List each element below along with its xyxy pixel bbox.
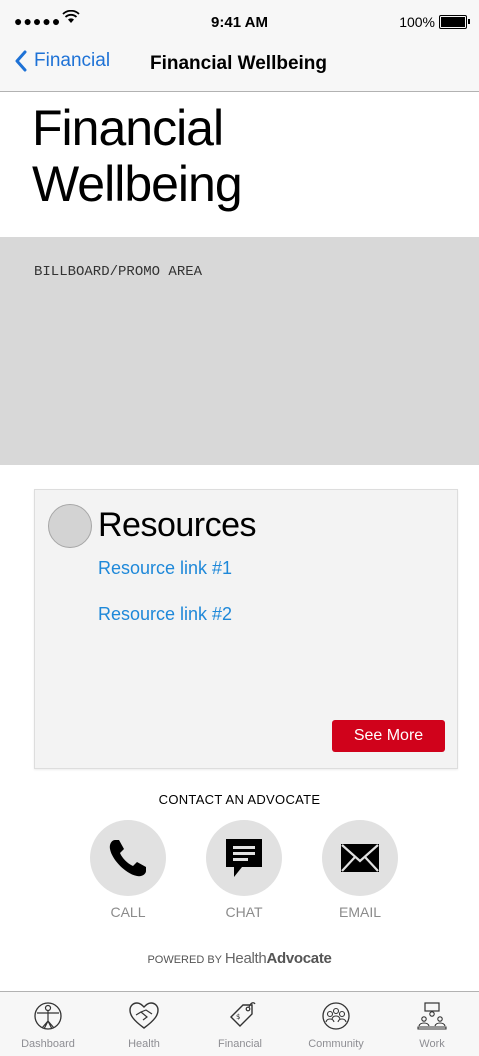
page-title: Financial Wellbeing [32, 100, 243, 212]
phone-icon [109, 840, 146, 877]
powered-by-prefix: POWERED BY [147, 954, 222, 966]
status-bar: ●●●●● 9:41 AM 100% [0, 0, 479, 44]
navigation-bar: Financial Financial Wellbeing [0, 44, 479, 92]
people-circle-icon [322, 1002, 350, 1030]
tab-health[interactable]: Health [96, 992, 192, 1056]
tab-community[interactable]: Community [288, 992, 384, 1056]
meeting-table-icon [417, 1002, 447, 1030]
heart-handshake-icon [129, 1002, 159, 1029]
email-circle [322, 820, 398, 896]
see-more-button[interactable]: See More [332, 720, 445, 752]
back-button[interactable]: Financial [14, 50, 110, 72]
tab-financial-label: Financial [217, 1038, 263, 1050]
battery-icon [439, 15, 470, 29]
call-label: CALL [110, 904, 146, 920]
powered-by: POWERED BY HealthAdvocate [0, 950, 479, 967]
chat-circle [206, 820, 282, 896]
back-button-label: Financial [34, 50, 111, 71]
call-circle [90, 820, 166, 896]
chevron-left-icon [15, 50, 27, 72]
email-label: EMAIL [338, 904, 381, 920]
resources-icon [48, 504, 92, 548]
chat-label: CHAT [225, 904, 263, 920]
page-title-line-1: Financial [32, 100, 224, 156]
vitruvian-man-icon [34, 1002, 62, 1030]
call-button[interactable]: CALL [90, 820, 166, 920]
tab-work[interactable]: Work [384, 992, 479, 1056]
contact-heading: CONTACT AN ADVOCATE [158, 792, 321, 807]
price-tag-icon: $ [230, 1002, 256, 1027]
email-button[interactable]: EMAIL [322, 820, 398, 920]
chat-icon [226, 839, 262, 877]
resource-link-1[interactable]: Resource link #1 [98, 558, 232, 579]
health-advocate-logo: HealthAdvocate [224, 950, 332, 967]
tab-community-label: Community [308, 1038, 364, 1050]
nav-title: Financial Wellbeing [150, 53, 328, 74]
resources-card: Resources Resource link #1 Resource link… [34, 489, 458, 769]
tab-health-label: Health [128, 1038, 160, 1050]
billboard-label: BILLBOARD/PROMO AREA [34, 264, 203, 280]
svg-text:$: $ [236, 1013, 240, 1021]
resources-title: Resources [98, 506, 257, 544]
tab-dashboard-label: Dashboard [21, 1038, 75, 1050]
tab-financial[interactable]: $ Financial [192, 992, 288, 1056]
billboard-promo-area[interactable]: BILLBOARD/PROMO AREA [0, 237, 479, 465]
envelope-icon [341, 844, 379, 872]
battery-percent: 100% [399, 14, 435, 30]
tab-dashboard[interactable]: Dashboard [0, 992, 96, 1056]
resource-link-2[interactable]: Resource link #2 [98, 604, 232, 625]
tab-work-label: Work [419, 1038, 445, 1050]
tab-bar: Dashboard Health $ Financial Community W… [0, 991, 479, 1056]
chat-button[interactable]: CHAT [206, 820, 282, 920]
page-title-line-2: Wellbeing [32, 156, 243, 212]
